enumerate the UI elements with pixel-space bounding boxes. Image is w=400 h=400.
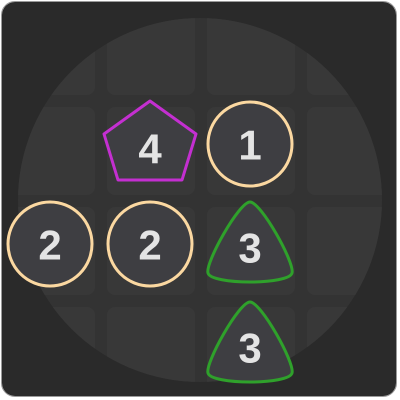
tile-number: 2 — [138, 222, 161, 269]
game-window: 4 1 2 2 3 3 — [1, 1, 397, 397]
tile-number: 3 — [238, 225, 261, 272]
tile-2-circle-left[interactable]: 2 — [6, 200, 94, 288]
tile-number: 1 — [238, 122, 261, 169]
tile-2-circle-center[interactable]: 2 — [106, 200, 194, 288]
game-board: 4 1 2 2 3 3 — [2, 2, 396, 396]
tile-number: 2 — [38, 222, 61, 269]
tile-1-circle[interactable]: 1 — [206, 100, 294, 188]
tile-number: 4 — [138, 126, 162, 173]
tile-number: 3 — [238, 325, 261, 372]
